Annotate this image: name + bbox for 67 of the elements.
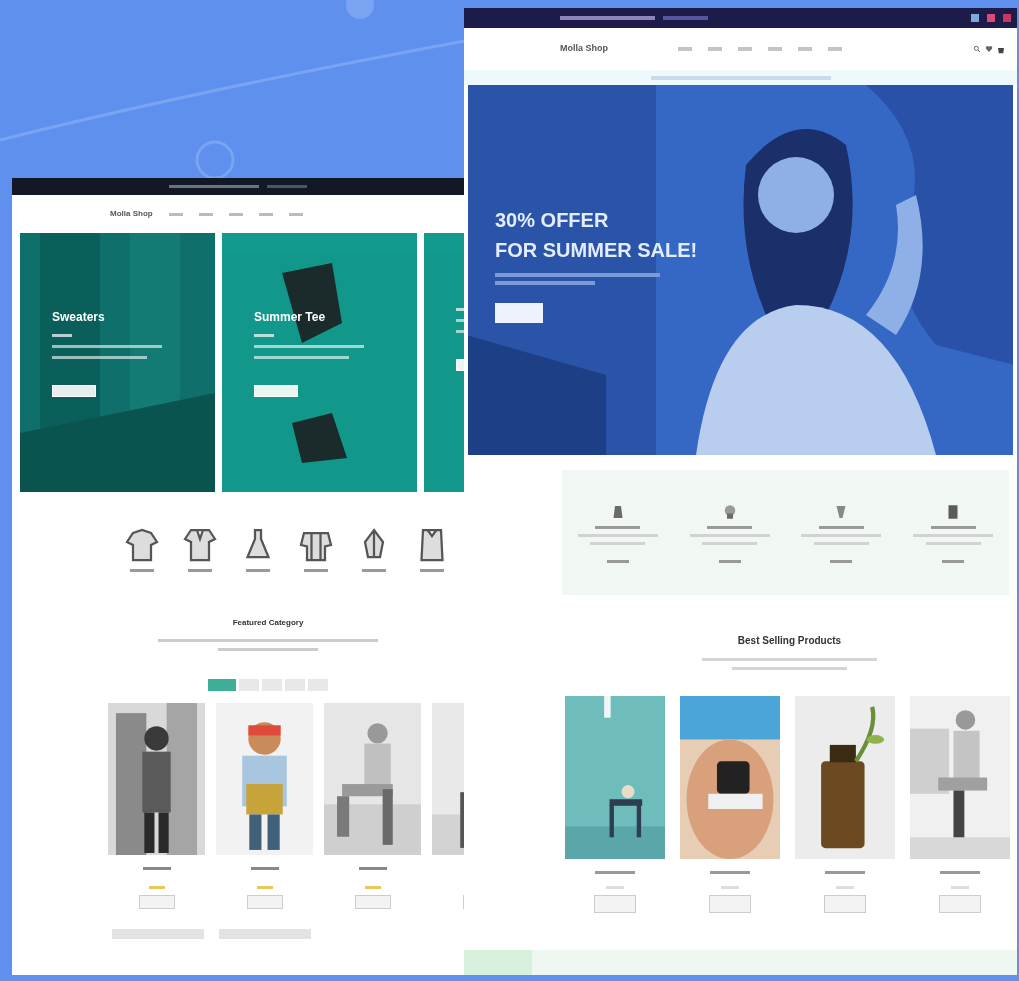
- feature-icon: [722, 502, 737, 521]
- search-icon: [973, 45, 981, 53]
- blurred-text-line: [267, 185, 307, 188]
- price-text: [836, 886, 854, 889]
- price-text: [606, 886, 624, 889]
- feature-icon: [946, 502, 961, 521]
- banner-title: Sweaters: [52, 309, 106, 326]
- add-to-cart-button[interactable]: [246, 895, 283, 909]
- shop-button[interactable]: [254, 385, 298, 397]
- blurred-text-line: [702, 541, 758, 545]
- nav-link[interactable]: [678, 47, 692, 51]
- product-name[interactable]: [358, 867, 387, 870]
- product-name[interactable]: [250, 867, 279, 870]
- nav-link[interactable]: [288, 212, 303, 216]
- nav-link[interactable]: [708, 47, 722, 51]
- learn-more-link[interactable]: [718, 559, 741, 563]
- category-link[interactable]: [304, 569, 328, 572]
- section-title: Featured Category: [232, 617, 304, 629]
- category-link[interactable]: [188, 569, 212, 572]
- learn-more-link[interactable]: [606, 559, 629, 563]
- learn-more-link[interactable]: [942, 559, 965, 563]
- add-to-cart-button[interactable]: [354, 895, 391, 909]
- hero-title: 30% OFFER: [495, 208, 610, 233]
- shop-button[interactable]: [52, 385, 96, 397]
- category-link[interactable]: [130, 569, 154, 572]
- blurred-text-line: [925, 541, 981, 545]
- add-to-cart-button[interactable]: [709, 895, 751, 913]
- blurred-text-line: [595, 525, 641, 529]
- nav-link[interactable]: [768, 47, 782, 51]
- hero-title: FOR SUMMER SALE!: [495, 238, 698, 263]
- category-link[interactable]: [420, 569, 444, 572]
- shop-now-button[interactable]: [495, 303, 543, 323]
- nav-link[interactable]: [228, 212, 243, 216]
- nav-link[interactable]: [738, 47, 752, 51]
- blurred-text-line: [707, 525, 753, 529]
- site-logo[interactable]: Molla Shop: [110, 208, 153, 220]
- blurred-text-line: [930, 525, 976, 529]
- price-text: [721, 886, 739, 889]
- site-logo[interactable]: Molla Shop: [560, 42, 608, 56]
- add-to-cart-button[interactable]: [939, 895, 981, 913]
- nav-link[interactable]: [798, 47, 812, 51]
- nav-link[interactable]: [198, 212, 213, 216]
- nav-link[interactable]: [258, 212, 273, 216]
- category-link[interactable]: [246, 569, 270, 572]
- add-to-cart-button[interactable]: [138, 895, 175, 909]
- learn-more-link[interactable]: [830, 559, 853, 563]
- price-text: [256, 886, 273, 889]
- product-name[interactable]: [142, 867, 171, 870]
- blurred-text-line: [818, 525, 864, 529]
- add-to-cart-button[interactable]: [594, 895, 636, 913]
- price-text: [951, 886, 969, 889]
- heart-icon: [985, 45, 993, 53]
- blurred-text-line: [254, 334, 274, 337]
- clothing-icon: [183, 527, 217, 563]
- clothing-icon: [125, 527, 159, 563]
- banner-title: Summer Tee: [254, 309, 327, 326]
- section-title: Best Selling Products: [737, 634, 842, 648]
- filter-tab[interactable]: [208, 679, 236, 691]
- price-text: [148, 886, 165, 889]
- blurred-text-line: [590, 541, 646, 545]
- nav-link[interactable]: [828, 47, 842, 51]
- add-to-cart-button[interactable]: [824, 895, 866, 913]
- nav-link[interactable]: [168, 212, 183, 216]
- blurred-text-line: [813, 541, 869, 545]
- blurred-text-line: [52, 334, 72, 337]
- price-text: [364, 886, 381, 889]
- category-link[interactable]: [362, 569, 386, 572]
